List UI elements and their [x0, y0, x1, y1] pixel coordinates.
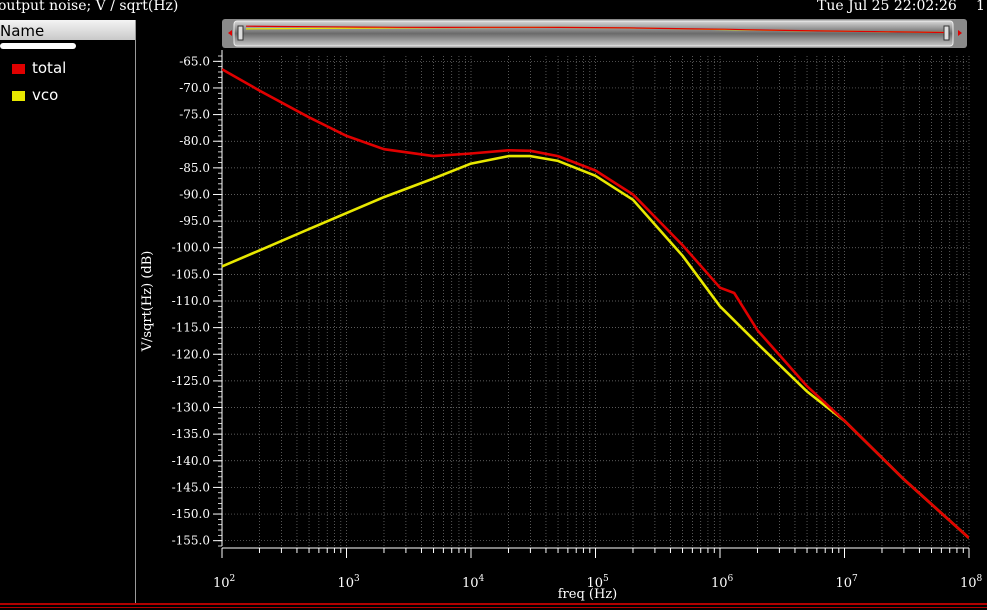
y-tick-label: -110.0: [172, 294, 210, 308]
y-tick-label: -75.0: [179, 108, 210, 122]
y-tick-label: -105.0: [172, 267, 210, 281]
x-tick-label: 107: [836, 574, 859, 591]
y-tick-label: -95.0: [179, 214, 210, 228]
y-tick-label: -135.0: [172, 427, 210, 441]
y-tick-label: -120.0: [172, 347, 210, 361]
y-tick-label: -155.0: [172, 534, 210, 548]
y-tick-label: -70.0: [179, 81, 210, 95]
x-tick-label: 102: [213, 574, 235, 591]
y-tick-label: -145.0: [172, 480, 210, 494]
x-tick-label: 103: [338, 574, 361, 591]
overview-bar[interactable]: [222, 19, 967, 48]
status-divider: [0, 603, 987, 605]
y-axis-label: V/sqrt(Hz) (dB): [140, 251, 155, 353]
overview-left-handle[interactable]: [237, 25, 244, 41]
y-tick-label: -85.0: [179, 161, 210, 175]
y-tick-label: -80.0: [179, 134, 210, 148]
status-divider-2: [0, 607, 987, 608]
y-tick-label: -90.0: [179, 187, 210, 201]
y-tick-label: -65.0: [179, 54, 210, 68]
y-tick-label: -150.0: [172, 507, 210, 521]
x-tick-label: 108: [960, 574, 983, 591]
x-tick-label: 106: [711, 574, 734, 591]
y-tick-label: -140.0: [172, 454, 210, 468]
overview-right-handle[interactable]: [943, 25, 950, 41]
y-tick-label: -125.0: [172, 374, 210, 388]
x-tick-label: 104: [462, 574, 485, 591]
y-tick-label: -130.0: [172, 401, 210, 415]
y-tick-label: -100.0: [172, 241, 210, 255]
x-axis-label: freq (Hz): [558, 587, 618, 602]
chart: -65.0 -70.0 -75.0 -80.0 -85.0 -90.0 -95.0 -100.…: [140, 19, 983, 602]
y-tick-label: -115.0: [172, 321, 210, 335]
